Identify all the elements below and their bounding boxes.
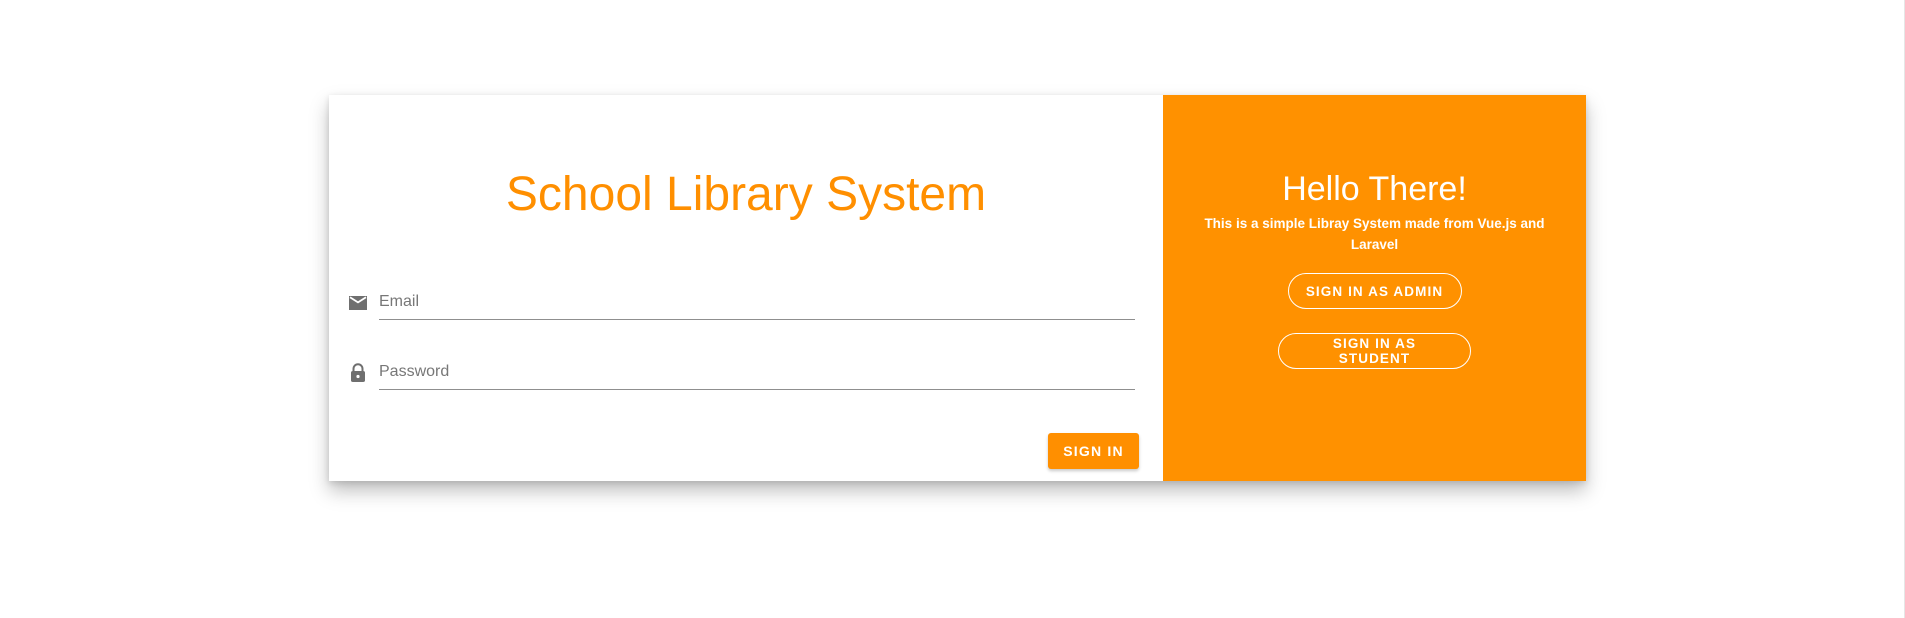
welcome-panel: Hello There! This is a simple Libray Sys… (1163, 95, 1586, 481)
email-field (347, 285, 1135, 325)
sign-in-as-student-button[interactable]: SIGN IN AS STUDENT (1278, 333, 1471, 369)
sign-in-panel: School Library System Email SIGN IN (329, 95, 1163, 481)
login-card: School Library System Email SIGN IN Hell… (329, 95, 1586, 481)
sign-in-as-admin-button[interactable]: SIGN IN AS ADMIN (1287, 273, 1462, 309)
login-page: School Library System Email SIGN IN Hell… (0, 0, 1905, 618)
welcome-description: This is a simple Libray System made from… (1204, 216, 1545, 252)
admin-button-row: SIGN IN AS ADMIN (1163, 255, 1586, 309)
sign-in-button[interactable]: SIGN IN (1048, 433, 1139, 469)
email-icon (347, 292, 369, 314)
student-button-row: SIGN IN AS STUDENT (1163, 309, 1586, 369)
lock-icon (347, 362, 369, 384)
password-input[interactable] (379, 355, 1135, 390)
welcome-title: Hello There! (1282, 170, 1467, 208)
email-input[interactable] (379, 285, 1135, 320)
password-field (347, 355, 1135, 395)
app-title: School Library System (505, 168, 987, 221)
